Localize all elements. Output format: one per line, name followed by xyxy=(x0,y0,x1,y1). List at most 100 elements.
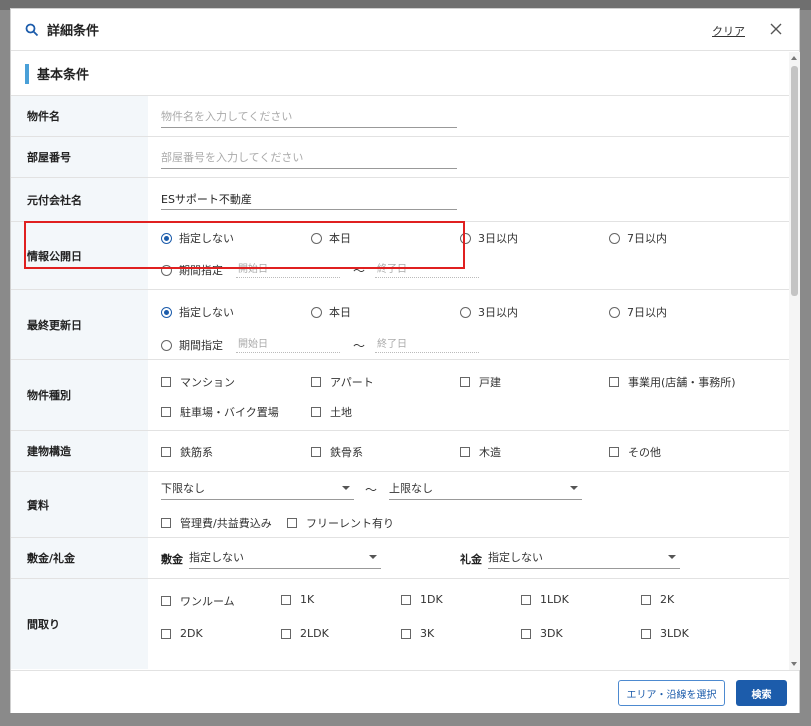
scrollbar-thumb[interactable] xyxy=(791,66,798,296)
update-start-date[interactable]: 開始日 xyxy=(236,335,340,353)
chevron-down-icon xyxy=(342,486,350,490)
layout-2ldk[interactable]: 2LDK xyxy=(281,627,329,640)
structure-steel[interactable]: 鉄骨系 xyxy=(311,444,363,460)
publish-option-period[interactable]: 期間指定 xyxy=(161,262,223,278)
checkbox[interactable] xyxy=(521,594,531,605)
layout-3ldk[interactable]: 3LDK xyxy=(641,627,689,640)
checkbox[interactable] xyxy=(401,628,411,639)
update-option-7days[interactable]: 7日以内 xyxy=(609,304,667,320)
update-option-period[interactable]: 期間指定 xyxy=(161,337,223,353)
radio[interactable] xyxy=(460,306,471,318)
structure-rc[interactable]: 鉄筋系 xyxy=(161,444,213,460)
rent-min-select[interactable]: 下限なし xyxy=(161,476,354,500)
row-structure: 建物構造 鉄筋系 鉄骨系 木造 その他 xyxy=(11,431,789,472)
checkbox[interactable] xyxy=(401,594,411,605)
tilde: ～ xyxy=(353,339,366,353)
radio-selected[interactable] xyxy=(161,232,172,244)
dialog-footer: エリア・沿線を選択 検索 xyxy=(11,670,799,713)
update-option-3days[interactable]: 3日以内 xyxy=(460,304,518,320)
deposit-key-label: 敷金/礼金 xyxy=(11,538,148,578)
chevron-down-icon xyxy=(369,555,377,559)
deposit-select[interactable]: 指定しない xyxy=(189,545,381,569)
checkbox[interactable] xyxy=(609,377,619,387)
radio[interactable] xyxy=(311,232,322,244)
checkbox[interactable] xyxy=(161,596,171,606)
type-mansion[interactable]: マンション xyxy=(161,374,235,390)
search-button[interactable]: 検索 xyxy=(736,680,787,706)
publish-option-7days[interactable]: 7日以内 xyxy=(609,230,667,246)
update-option-none[interactable]: 指定しない xyxy=(161,304,234,320)
radio[interactable] xyxy=(161,339,172,351)
checkbox[interactable] xyxy=(641,628,651,639)
radio[interactable] xyxy=(460,232,471,244)
rent-include-fee[interactable]: 管理費/共益費込み xyxy=(161,515,272,531)
checkbox[interactable] xyxy=(311,377,321,387)
publish-option-today[interactable]: 本日 xyxy=(311,230,351,246)
type-house[interactable]: 戸建 xyxy=(460,374,501,390)
publish-start-date[interactable]: 開始日 xyxy=(236,260,340,278)
checkbox[interactable] xyxy=(161,377,171,387)
checkbox[interactable] xyxy=(521,628,531,639)
row-property-type: 物件種別 マンション アパート 戸建 事業用(店舗・事務所) 駐車場・バイク置場… xyxy=(11,360,789,431)
key-money-select[interactable]: 指定しない xyxy=(488,545,680,569)
type-land[interactable]: 土地 xyxy=(311,404,352,420)
checkbox[interactable] xyxy=(161,407,171,417)
layout-1dk[interactable]: 1DK xyxy=(401,593,443,606)
radio-selected[interactable] xyxy=(161,306,172,318)
property-name-input[interactable] xyxy=(161,106,457,128)
checkbox[interactable] xyxy=(161,628,171,639)
scrollbar[interactable] xyxy=(789,52,800,670)
row-last-update-date: 最終更新日 指定しない 本日 3日以内 7日以内 期間指定 開始日 ～ 終了日 xyxy=(11,290,789,360)
select-area-button[interactable]: エリア・沿線を選択 xyxy=(618,680,725,706)
scroll-up-icon[interactable] xyxy=(791,56,797,60)
radio[interactable] xyxy=(311,306,322,318)
detail-conditions-dialog: 詳細条件 クリア 基本条件 物件名 部屋番号 元付会社名 xyxy=(10,8,800,713)
layout-2dk[interactable]: 2DK xyxy=(161,627,203,640)
checkbox[interactable] xyxy=(311,407,321,417)
radio[interactable] xyxy=(609,306,620,318)
scroll-down-icon[interactable] xyxy=(791,662,797,666)
room-number-input[interactable] xyxy=(161,147,457,169)
update-end-date[interactable]: 終了日 xyxy=(375,335,479,353)
checkbox[interactable] xyxy=(641,594,651,605)
type-parking[interactable]: 駐車場・バイク置場 xyxy=(161,404,279,420)
tilde: ～ xyxy=(353,264,366,278)
radio[interactable] xyxy=(161,264,172,276)
layout-one-room[interactable]: ワンルーム xyxy=(161,593,235,609)
checkbox[interactable] xyxy=(281,594,291,605)
publish-end-date[interactable]: 終了日 xyxy=(375,260,479,278)
checkbox[interactable] xyxy=(161,518,171,528)
checkbox[interactable] xyxy=(460,447,470,457)
rent-free-rent[interactable]: フリーレント有り xyxy=(287,515,394,531)
dialog-title: 詳細条件 xyxy=(47,24,100,39)
layout-2k[interactable]: 2K xyxy=(641,593,674,606)
checkbox[interactable] xyxy=(281,628,291,639)
layout-1k[interactable]: 1K xyxy=(281,593,314,606)
checkbox[interactable] xyxy=(460,377,470,387)
original-company-input[interactable] xyxy=(161,188,457,210)
type-commercial[interactable]: 事業用(店舗・事務所) xyxy=(609,374,736,390)
tilde: ～ xyxy=(365,483,378,497)
layout-3k[interactable]: 3K xyxy=(401,627,434,640)
radio[interactable] xyxy=(609,232,620,244)
update-option-today[interactable]: 本日 xyxy=(311,304,351,320)
last-update-date-label: 最終更新日 xyxy=(11,290,148,359)
row-rent: 賃料 下限なし ～ 上限なし 管理費/共益費込み フリーレント有り xyxy=(11,472,789,538)
layout-1ldk[interactable]: 1LDK xyxy=(521,593,569,606)
checkbox[interactable] xyxy=(609,447,619,457)
publish-option-none[interactable]: 指定しない xyxy=(161,230,234,246)
row-original-company: 元付会社名 xyxy=(11,178,789,222)
checkbox[interactable] xyxy=(287,518,297,528)
rent-label: 賃料 xyxy=(11,472,148,537)
structure-other[interactable]: その他 xyxy=(609,444,661,460)
checkbox[interactable] xyxy=(311,447,321,457)
clear-link[interactable]: クリア xyxy=(712,23,745,39)
close-icon[interactable] xyxy=(769,22,783,36)
checkbox[interactable] xyxy=(161,447,171,457)
key-money-label: 礼金 xyxy=(460,553,482,566)
publish-option-3days[interactable]: 3日以内 xyxy=(460,230,518,246)
layout-3dk[interactable]: 3DK xyxy=(521,627,563,640)
rent-max-select[interactable]: 上限なし xyxy=(389,476,582,500)
type-apartment[interactable]: アパート xyxy=(311,374,374,390)
structure-wood[interactable]: 木造 xyxy=(460,444,501,460)
